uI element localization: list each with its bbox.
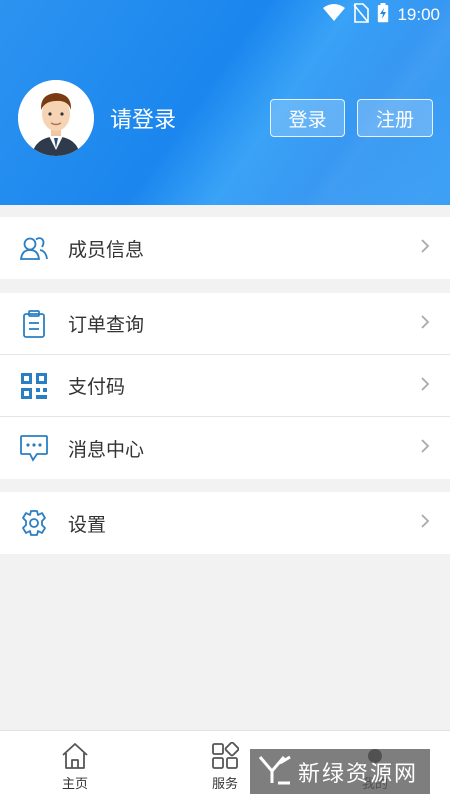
menu-item-orders[interactable]: 订单查询 — [0, 293, 450, 355]
menu-item-payment-code[interactable]: 支付码 — [0, 355, 450, 417]
home-icon — [60, 741, 90, 771]
menu-item-label: 设置 — [68, 513, 107, 536]
battery-charging-icon — [377, 3, 389, 27]
menu-item-label: 成员信息 — [68, 238, 145, 261]
menu-group-members: 成员信息 — [0, 217, 450, 279]
chevron-right-icon — [420, 438, 430, 458]
grid-icon — [211, 741, 239, 771]
wifi-icon — [323, 4, 346, 26]
status-bar: 19:00 — [323, 0, 440, 30]
gear-icon — [19, 508, 49, 538]
menu-group-main: 订单查询 支付码 消息中心 — [0, 293, 450, 479]
chevron-right-icon — [420, 376, 430, 396]
no-sim-icon — [353, 3, 370, 27]
avatar[interactable] — [18, 80, 94, 156]
members-icon — [19, 233, 49, 263]
menu-item-label: 支付码 — [68, 376, 126, 398]
register-button[interactable]: 注册 — [357, 99, 433, 137]
menu-item-label: 消息中心 — [68, 438, 145, 461]
watermark-text: 新绿资源网 — [298, 761, 419, 787]
menu-item-members[interactable]: 成员信息 — [0, 217, 450, 279]
watermark-logo-icon — [258, 755, 292, 789]
user-avatar-icon — [18, 80, 94, 156]
tab-label: 服务 — [211, 777, 238, 792]
chevron-right-icon — [420, 238, 430, 258]
clipboard-icon — [19, 309, 49, 339]
profile-header: 19:00 请登录 登录 注册 — [0, 0, 450, 205]
chevron-right-icon — [420, 314, 430, 334]
login-prompt[interactable]: 请登录 — [110, 102, 176, 134]
menu-group-settings: 设置 — [0, 492, 450, 554]
login-button[interactable]: 登录 — [270, 99, 345, 137]
watermark: 新绿资源网 — [250, 749, 430, 794]
menu-item-settings[interactable]: 设置 — [0, 492, 450, 554]
qr-code-icon — [19, 371, 49, 401]
message-bubble-icon — [19, 433, 49, 463]
chevron-right-icon — [420, 513, 430, 533]
tab-label: 主页 — [61, 777, 88, 792]
status-time: 19:00 — [397, 5, 440, 24]
menu-item-label: 订单查询 — [68, 314, 145, 336]
tab-home[interactable]: 主页 — [35, 731, 115, 800]
menu-item-message-center[interactable]: 消息中心 — [0, 417, 450, 479]
